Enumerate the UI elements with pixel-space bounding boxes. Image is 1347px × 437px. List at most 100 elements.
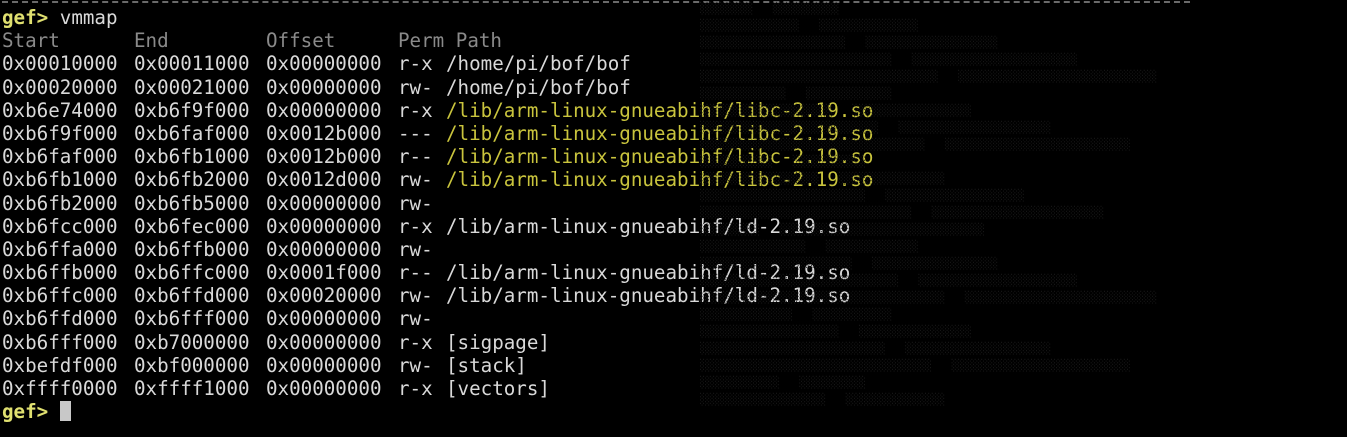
- cell-end: 0x00011000: [134, 52, 250, 76]
- cell-start: 0xbefdf000: [2, 353, 118, 377]
- table-row: 0xb6fb1000 0xb6fb2000 0x0012d000 rw- /lib/ar…: [2, 168, 1347, 191]
- header-perm: Perm: [398, 29, 445, 53]
- cell-end: 0xb6fff000: [134, 307, 250, 331]
- cell-perm: rw-: [398, 307, 433, 331]
- command-text: vmmap: [59, 6, 118, 29]
- cell-start: 0xb6ffa000: [2, 237, 118, 261]
- cell-start: 0xb6ffb000: [2, 261, 118, 285]
- table-row: 0xb6fff000 0xb7000000 0x00000000 r-x [sigpag…: [2, 331, 1347, 354]
- cell-offset: 0x00020000: [266, 284, 382, 308]
- cell-end: 0xb6ffc000: [134, 261, 250, 285]
- cell-end: 0xb6f9f000: [134, 98, 250, 122]
- cell-start: 0xb6fff000: [2, 330, 118, 354]
- cell-path: /home/pi/bof/bof: [446, 75, 631, 99]
- cell-offset: 0x00000000: [266, 353, 382, 377]
- table-row: 0xb6f9f000 0xb6faf000 0x0012b000 --- /lib/ar…: [2, 122, 1347, 145]
- cell-perm: r-x: [398, 377, 433, 400]
- memory-map-table: 0x00010000 0x00011000 0x00000000 r-x/home/p…: [2, 52, 1347, 400]
- cell-path: /lib/arm-linux-gnueabihf/libc-2.19.so: [446, 168, 874, 192]
- cell-end: 0xb6fb2000: [134, 168, 250, 192]
- cell-perm: rw-: [398, 284, 433, 308]
- table-row: 0xb6ffb000 0xb6ffc000 0x0001f000 r-- /lib/ar…: [2, 261, 1347, 284]
- cell-end: 0xffff1000: [134, 377, 250, 400]
- command-line: gef> vmmap: [2, 6, 1347, 29]
- cell-perm: r-x: [398, 52, 433, 76]
- header-start: Start: [2, 29, 60, 53]
- cell-offset: 0x00000000: [266, 98, 382, 122]
- cell-perm: ---: [398, 121, 433, 145]
- header-offset: Offset: [266, 29, 336, 53]
- cell-end: 0xb6fb5000: [134, 191, 250, 215]
- cell-path: /lib/arm-linux-gnueabihf/ld-2.19.so: [446, 214, 851, 238]
- table-row: 0xb6fcc000 0xb6fec000 0x00000000 r-x/lib/ar…: [2, 215, 1347, 238]
- cell-offset: 0x00000000: [266, 75, 382, 99]
- cell-path: [sigpage]: [446, 330, 550, 354]
- cell-path: /lib/arm-linux-gnueabihf/ld-2.19.so: [446, 261, 851, 285]
- cell-perm: r-x: [398, 214, 433, 238]
- cell-perm: rw-: [398, 75, 433, 99]
- header-end: End: [134, 29, 169, 53]
- cell-perm: r-x: [398, 98, 433, 122]
- cell-perm: r--: [398, 261, 433, 285]
- cell-path: [stack]: [446, 353, 527, 377]
- cell-perm: r--: [398, 145, 433, 169]
- cell-end: 0xb6ffd000: [134, 284, 250, 308]
- table-row: 0xbefdf000 0xbf000000 0x00000000 rw- [stack]: [2, 354, 1347, 377]
- cell-offset: 0x00000000: [266, 377, 382, 400]
- cell-offset: 0x0001f000: [266, 261, 382, 285]
- table-row: 0xb6ffc000 0xb6ffd000 0x00020000 rw- /lib/ar…: [2, 284, 1347, 307]
- cell-end: 0xb7000000: [134, 330, 250, 354]
- table-row: 0xb6e74000 0xb6f9f000 0x00000000 r-x/lib/ar…: [2, 99, 1347, 122]
- cell-start: 0x00020000: [2, 75, 118, 99]
- cell-start: 0xb6fb2000: [2, 191, 118, 215]
- cell-path: /lib/arm-linux-gnueabihf/ld-2.19.so: [446, 284, 851, 308]
- input-line[interactable]: gef>: [2, 400, 1347, 423]
- cell-start: 0xffff0000: [2, 377, 118, 400]
- table-row: 0x00010000 0x00011000 0x00000000 r-x/home/p…: [2, 52, 1347, 75]
- header-path: Path: [455, 29, 502, 53]
- cell-start: 0xb6faf000: [2, 145, 118, 169]
- table-row: 0xffff0000 0xffff1000 0x00000000 r-x [vector…: [2, 377, 1347, 400]
- table-row: 0x00020000 0x00021000 0x00000000 rw- /home/p…: [2, 76, 1347, 99]
- cell-offset: 0x00000000: [266, 330, 382, 354]
- prompt-label: gef>: [2, 400, 49, 424]
- cell-offset: 0x0012b000: [266, 121, 382, 145]
- cell-path: [vectors]: [446, 377, 550, 400]
- cell-offset: 0x00000000: [266, 307, 382, 331]
- cell-path: /home/pi/bof/bof: [446, 52, 631, 76]
- cell-path: /lib/arm-linux-gnueabihf/libc-2.19.so: [446, 121, 874, 145]
- cell-start: 0x00010000: [2, 52, 118, 76]
- table-header: Start End Offset Perm Path: [2, 29, 1347, 52]
- cell-end: 0x00021000: [134, 75, 250, 99]
- cell-start: 0xb6fb1000: [2, 168, 118, 192]
- cell-offset: 0x00000000: [266, 52, 382, 76]
- cell-path: /lib/arm-linux-gnueabihf/libc-2.19.so: [446, 145, 874, 169]
- cell-perm: rw-: [398, 237, 433, 261]
- cell-offset: 0x0012b000: [266, 145, 382, 169]
- cell-start: 0xb6fcc000: [2, 214, 118, 238]
- table-row: 0xb6fb2000 0xb6fb5000 0x00000000 rw-: [2, 192, 1347, 215]
- cell-start: 0xb6ffd000: [2, 307, 118, 331]
- cell-path: /lib/arm-linux-gnueabihf/libc-2.19.so: [446, 98, 874, 122]
- text-cursor: [59, 401, 71, 422]
- cell-end: 0xb6fb1000: [134, 145, 250, 169]
- cell-end: 0xb6fec000: [134, 214, 250, 238]
- cell-perm: rw-: [398, 353, 433, 377]
- table-row: 0xb6faf000 0xb6fb1000 0x0012b000 r-- /lib/ar…: [2, 145, 1347, 168]
- cell-perm: rw-: [398, 191, 433, 215]
- prompt-label: gef>: [2, 6, 49, 29]
- cell-end: 0xb6ffb000: [134, 237, 250, 261]
- cell-end: 0xbf000000: [134, 353, 250, 377]
- cell-perm: r-x: [398, 330, 433, 354]
- cell-start: 0xb6e74000: [2, 98, 118, 122]
- cell-end: 0xb6faf000: [134, 121, 250, 145]
- cell-start: 0xb6ffc000: [2, 284, 118, 308]
- cell-offset: 0x0012d000: [266, 168, 382, 192]
- cell-start: 0xb6f9f000: [2, 121, 118, 145]
- terminal-window[interactable]: ░░░░░░░░ ░░░░░░░░░░ ░░░░░░░░░░░░░░░ ░░░░…: [0, 0, 1347, 437]
- cell-offset: 0x00000000: [266, 237, 382, 261]
- cell-perm: rw-: [398, 168, 433, 192]
- table-row: 0xb6ffd000 0xb6fff000 0x00000000 rw-: [2, 307, 1347, 330]
- cell-offset: 0x00000000: [266, 214, 382, 238]
- cell-offset: 0x00000000: [266, 191, 382, 215]
